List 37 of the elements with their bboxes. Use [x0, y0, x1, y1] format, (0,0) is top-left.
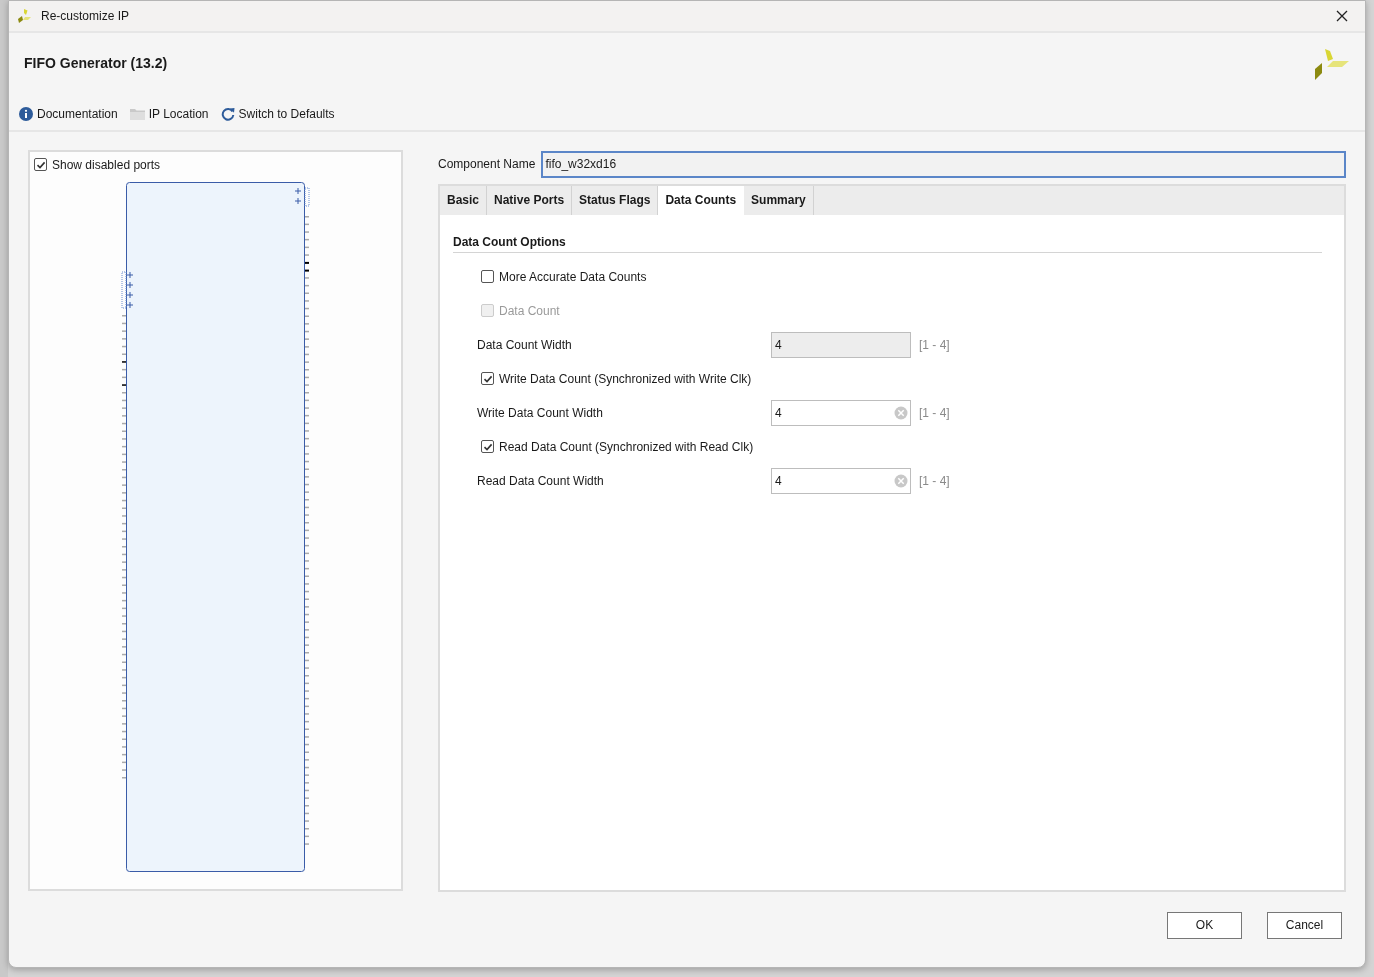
logo-icon: [17, 7, 33, 24]
number-field[interactable]: 4: [771, 467, 911, 494]
dialog-button[interactable]: Cancel: [1267, 911, 1342, 939]
component-name-field[interactable]: fifo_w32xd16: [541, 150, 1346, 178]
tab[interactable]: Native Ports: [487, 185, 573, 215]
section-title: Data Count Options: [453, 234, 1322, 253]
checkbox-label: Write Data Count (Synchronized with Write Clk): [499, 371, 752, 386]
checkbox-label: Data Count: [499, 303, 560, 318]
field-label: Read Data Count Width: [477, 473, 605, 488]
checkbox-label: Read Data Count (Synchronized with Read Clk): [499, 439, 754, 454]
number-field[interactable]: 4: [771, 399, 911, 426]
checkbox[interactable]: [481, 440, 494, 454]
field-label: Data Count Width: [477, 337, 573, 352]
folder-icon: [129, 107, 145, 121]
tab[interactable]: Summary: [744, 185, 814, 215]
checkbox[interactable]: [34, 158, 47, 172]
logo-icon: [1315, 49, 1349, 82]
info-icon: [19, 107, 33, 121]
checkbox-label: More Accurate Data Counts: [499, 269, 647, 284]
range-hint: [1 - 4]: [919, 473, 950, 488]
checkbox[interactable]: [481, 372, 494, 386]
tab[interactable]: Basic: [440, 185, 488, 215]
toolbar-link[interactable]: Switch to Defaults: [220, 107, 335, 121]
window-title: Re-customize IP: [41, 8, 131, 23]
checkbox[interactable]: [481, 270, 494, 284]
checkbox-label: Show disabled ports: [52, 157, 161, 172]
refresh-icon: [220, 107, 235, 121]
ip-title: FIFO Generator (13.2): [24, 55, 168, 74]
tab[interactable]: Data Counts: [658, 185, 745, 215]
close-icon[interactable]: [1335, 8, 1349, 23]
range-hint: [1 - 4]: [919, 405, 950, 420]
toolbar-link[interactable]: IP Location: [129, 107, 209, 121]
toolbar-link[interactable]: Documentation: [19, 107, 118, 121]
dialog-button[interactable]: OK: [1167, 911, 1242, 939]
field-label: Write Data Count Width: [477, 405, 604, 420]
range-hint: [1 - 4]: [919, 337, 950, 352]
field-label: Component Name: [438, 157, 536, 172]
